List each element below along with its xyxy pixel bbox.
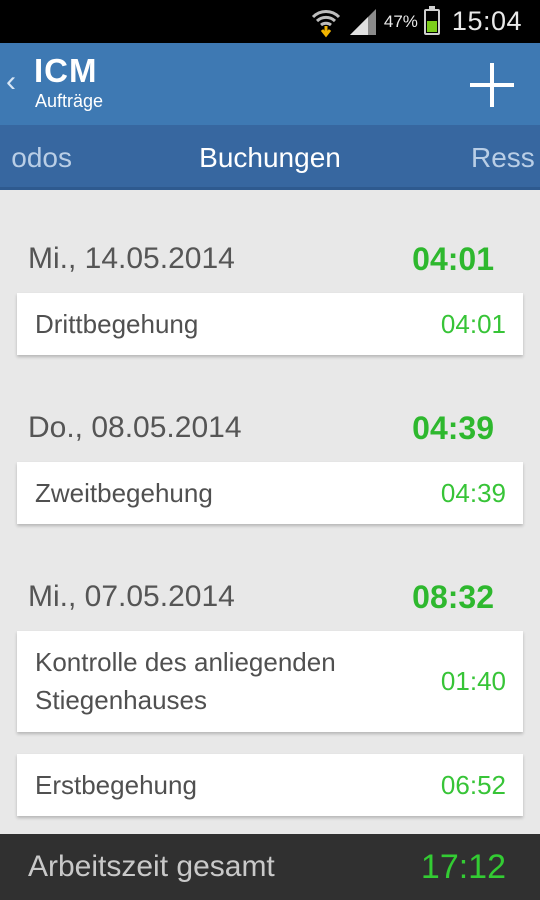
booking-entry[interactable]: Kontrolle des anliegenden Stiegenhauses … bbox=[17, 631, 523, 732]
battery-icon bbox=[423, 5, 440, 35]
total-footer: Arbeitszeit gesamt 17:12 bbox=[0, 834, 540, 900]
entry-label: Erstbegehung bbox=[35, 770, 197, 800]
group-date: Mi., 07.05.2014 bbox=[28, 580, 235, 613]
tab-ressourcen[interactable]: Ress bbox=[471, 125, 535, 190]
group-total: 08:32 bbox=[412, 579, 494, 615]
group-total: 04:01 bbox=[412, 241, 494, 277]
tab-strip: odos Buchungen Ress bbox=[0, 125, 540, 190]
status-icons: 47% 15:04 bbox=[310, 0, 522, 43]
group-date: Mi., 14.05.2014 bbox=[28, 242, 235, 275]
status-bar: 47% 15:04 bbox=[0, 0, 540, 43]
app-title[interactable]: ICM bbox=[34, 53, 98, 89]
booking-entry[interactable]: Erstbegehung 06:52 bbox=[17, 754, 523, 816]
tab-buchungen[interactable]: Buchungen bbox=[0, 125, 540, 190]
booking-entry[interactable]: Zweitbegehung 04:39 bbox=[17, 462, 523, 524]
wifi-download-icon bbox=[311, 9, 340, 37]
battery-fill bbox=[426, 21, 437, 32]
date-group-header: Mi., 07.05.2014 08:32 bbox=[0, 563, 540, 631]
chevron-left-icon[interactable]: ‹ bbox=[6, 67, 16, 97]
entry-label: Kontrolle des anliegenden Stiegenhauses bbox=[35, 647, 336, 715]
date-group-header: Do., 08.05.2014 04:39 bbox=[0, 394, 540, 462]
clock: 15:04 bbox=[451, 6, 522, 36]
action-bar: ‹ ICM Aufträge bbox=[0, 43, 540, 125]
group-date: Do., 08.05.2014 bbox=[28, 411, 242, 444]
signal-icon bbox=[349, 8, 376, 35]
battery-percent: 47% bbox=[383, 11, 418, 31]
total-label: Arbeitszeit gesamt bbox=[28, 850, 275, 883]
booking-entry[interactable]: Drittbegehung 04:01 bbox=[17, 293, 523, 355]
date-group-header: Mi., 14.05.2014 04:01 bbox=[0, 225, 540, 293]
add-button[interactable] bbox=[470, 63, 514, 107]
entry-label: Drittbegehung bbox=[35, 309, 199, 339]
entry-label: Zweitbegehung bbox=[35, 478, 213, 508]
entry-time: 04:01 bbox=[440, 309, 506, 339]
app-subtitle: Aufträge bbox=[35, 91, 104, 111]
total-value: 17:12 bbox=[420, 848, 506, 886]
group-total: 04:39 bbox=[412, 410, 494, 446]
bookings-list[interactable]: Mi., 14.05.2014 04:01 Drittbegehung 04:0… bbox=[0, 190, 540, 834]
entry-time: 01:40 bbox=[440, 666, 506, 696]
entry-time: 04:39 bbox=[440, 478, 506, 508]
entry-time: 06:52 bbox=[440, 770, 506, 800]
